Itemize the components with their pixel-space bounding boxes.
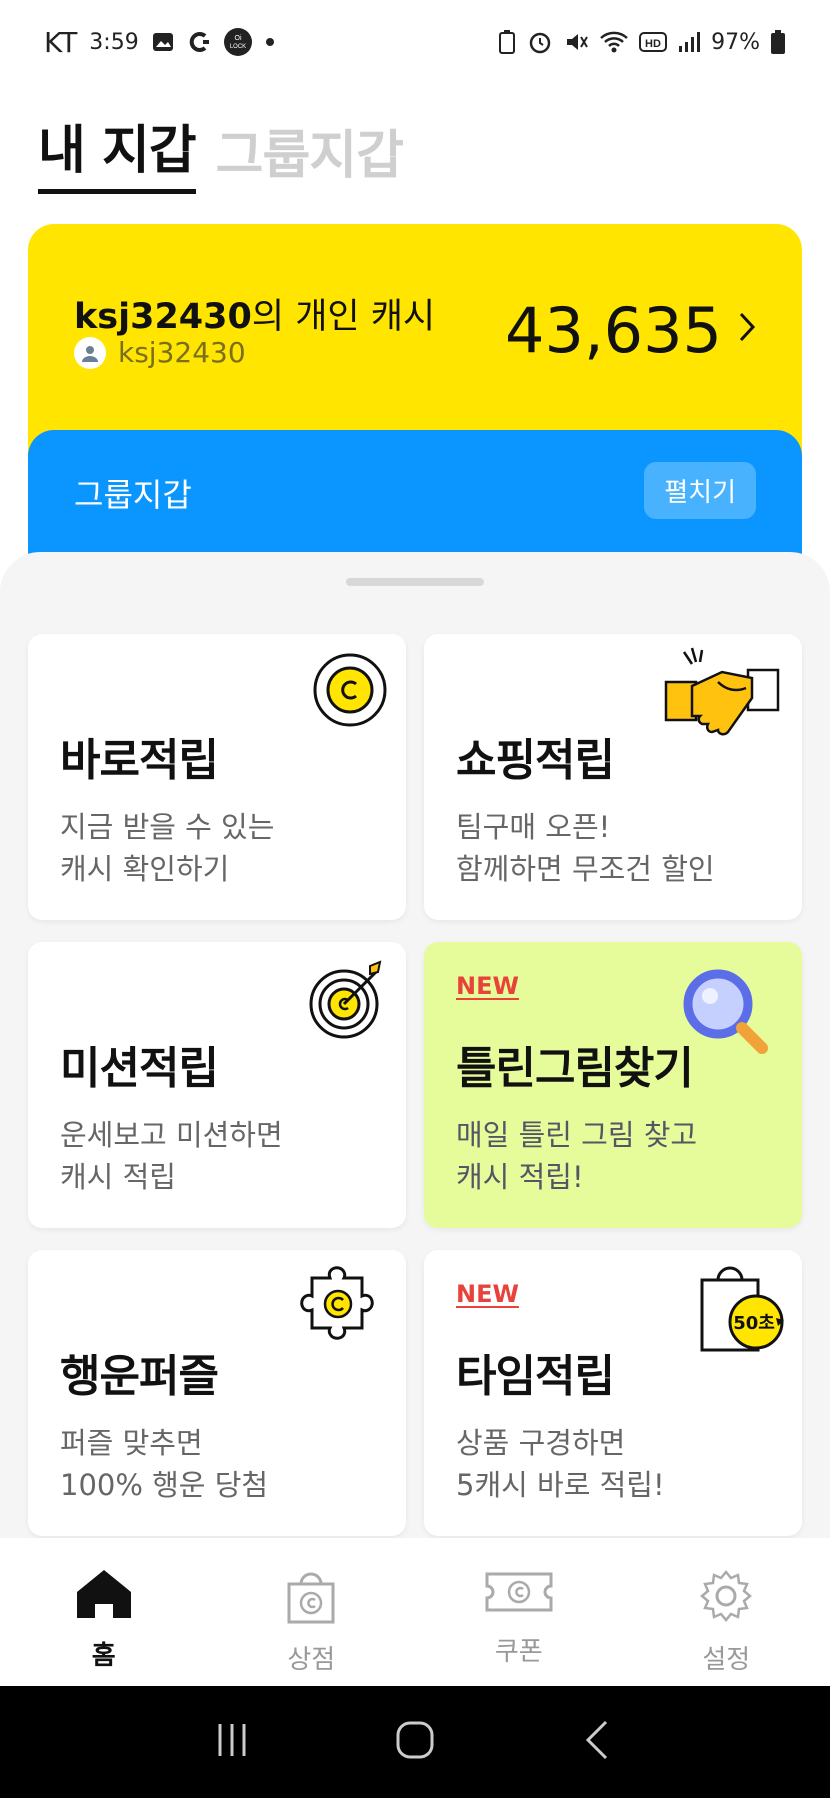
svg-text:HD: HD <box>645 38 661 50</box>
dot-icon <box>265 37 275 47</box>
nav-coupon[interactable]: 쿠폰 <box>415 1538 623 1686</box>
tile-desc-line: 함께하면 무조건 할인 <box>456 852 715 886</box>
tile-desc: 상품 구경하면 5캐시 바로 적립! <box>456 1422 665 1506</box>
lock-badge-icon: Oi LOCK <box>223 27 253 57</box>
new-badge: NEW <box>456 1280 519 1308</box>
tile-desc-line: 5캐시 바로 적립! <box>456 1468 665 1502</box>
tile-desc: 운세보고 미션하면 캐시 적립 <box>60 1114 283 1198</box>
tile-desc-line: 운세보고 미션하면 <box>60 1118 283 1152</box>
chevron-right-icon <box>738 308 758 354</box>
tile-title: 타임적립 <box>456 1351 615 1402</box>
cash-username: ksj32430 <box>118 336 246 369</box>
shopping-bag-icon: 50초 <box>696 1262 788 1358</box>
recent-apps-icon[interactable] <box>212 1720 252 1764</box>
tile-desc-line: 캐시 적립 <box>60 1160 176 1194</box>
tile-desc-line: 캐시 확인하기 <box>60 852 230 886</box>
cash-card-title: ksj32430의 개인 캐시 <box>74 288 435 339</box>
bottom-nav: 홈 상점 쿠폰 설정 <box>0 1538 830 1686</box>
app-notification-icon <box>187 30 211 54</box>
cash-title-suffix: 의 개인 캐시 <box>251 297 436 337</box>
store-bag-icon <box>285 1568 337 1631</box>
group-wallet-title: 그룹지갑 <box>74 476 192 514</box>
tile-title: 행운퍼즐 <box>60 1351 219 1402</box>
home-button-icon[interactable] <box>395 1720 435 1764</box>
cash-amount: 43,635 <box>505 294 722 367</box>
tile-desc-line: 매일 틀린 그림 찾고 <box>456 1118 698 1152</box>
tile-desc: 퍼즐 맞추면 100% 행운 당첨 <box>60 1422 268 1506</box>
puzzle-icon <box>298 1264 388 1348</box>
back-icon[interactable] <box>578 1720 618 1764</box>
expand-button[interactable]: 펼치기 <box>644 462 756 519</box>
hd-voice-icon: HD <box>639 31 668 53</box>
magnifier-icon <box>682 968 772 1064</box>
tile-title: 바로적립 <box>60 735 219 786</box>
tile-desc: 팀구매 오픈! 함께하면 무조건 할인 <box>456 806 715 890</box>
cash-amount-link[interactable]: 43,635 <box>505 294 758 367</box>
gallery-icon <box>151 30 175 54</box>
cash-owner: ksj32430 <box>74 297 252 337</box>
svg-text:LOCK: LOCK <box>230 44 246 50</box>
status-left: KT 3:59 Oi LOCK <box>44 26 275 59</box>
wifi-icon <box>599 29 629 55</box>
tile-title: 쇼핑적립 <box>456 735 615 786</box>
clock: 3:59 <box>89 29 139 55</box>
tile-desc-line: 상품 구경하면 <box>456 1426 626 1460</box>
alarm-icon <box>527 29 553 55</box>
wallet-tabs: 내 지갑 그룹지갑 <box>38 108 404 194</box>
coupon-icon <box>484 1568 554 1623</box>
nav-store-label: 상점 <box>287 1645 336 1675</box>
tile-desc-line: 팀구매 오픈! <box>456 810 611 844</box>
carrier-label: KT <box>44 25 78 59</box>
tile-spot-difference[interactable]: NEW 틀린그림찾기 매일 틀린 그림 찾고 캐시 적립! <box>424 942 802 1228</box>
tile-lucky-puzzle[interactable]: 행운퍼즐 퍼즐 맞추면 100% 행운 당첨 <box>28 1250 406 1536</box>
tab-group-wallet[interactable]: 그룹지갑 <box>216 113 404 194</box>
tile-title: 미션적립 <box>60 1043 219 1094</box>
gear-icon <box>698 1568 754 1631</box>
avatar-icon <box>74 336 106 369</box>
tile-desc-line: 퍼즐 맞추면 <box>60 1426 203 1460</box>
sheet-grabber[interactable] <box>346 578 484 586</box>
cash-user-row: ksj32430 <box>74 336 246 369</box>
tab-my-wallet[interactable]: 내 지갑 <box>38 108 197 194</box>
nav-settings[interactable]: 설정 <box>623 1538 830 1686</box>
tile-shopping-reward[interactable]: 쇼핑적립 팀구매 오픈! 함께하면 무조건 할인 <box>424 634 802 920</box>
tile-desc: 매일 틀린 그림 찾고 캐시 적립! <box>456 1114 697 1198</box>
status-right: HD 97% <box>497 29 786 55</box>
nav-settings-label: 설정 <box>702 1645 751 1675</box>
coin-icon <box>312 652 388 732</box>
mute-icon <box>563 29 589 55</box>
new-badge: NEW <box>456 972 519 1000</box>
system-nav-bar <box>0 1686 830 1798</box>
tile-desc-line: 지금 받을 수 있는 <box>60 810 275 844</box>
nav-coupon-label: 쿠폰 <box>494 1637 543 1667</box>
battery-icon <box>770 29 786 55</box>
tile-mission-reward[interactable]: 미션적립 운세보고 미션하면 캐시 적립 <box>28 942 406 1228</box>
nav-home[interactable]: 홈 <box>0 1538 208 1686</box>
nav-home-label: 홈 <box>91 1641 116 1671</box>
timer-label: 50초 <box>733 1313 775 1334</box>
tile-title: 틀린그림찾기 <box>456 1043 694 1094</box>
menu-sheet: 바로적립 지금 받을 수 있는 캐시 확인하기 쇼핑적립 팀구매 오픈! 함께하… <box>0 552 830 1552</box>
status-bar: KT 3:59 Oi LOCK HD 97% <box>0 0 830 84</box>
tile-time-reward[interactable]: NEW 50초 타임적립 상품 구경하면 5캐시 바로 적립! <box>424 1250 802 1536</box>
signal-icon <box>677 30 701 54</box>
target-icon <box>308 960 388 1044</box>
tile-desc-line: 캐시 적립! <box>456 1160 584 1194</box>
tile-desc: 지금 받을 수 있는 캐시 확인하기 <box>60 806 274 890</box>
tile-desc-line: 100% 행운 당첨 <box>60 1468 269 1502</box>
nav-store[interactable]: 상점 <box>208 1538 416 1686</box>
tile-instant-reward[interactable]: 바로적립 지금 받을 수 있는 캐시 확인하기 <box>28 634 406 920</box>
home-icon <box>75 1568 133 1627</box>
svg-text:Oi: Oi <box>234 35 241 42</box>
battery-saver-icon <box>497 29 517 55</box>
battery-percent: 97% <box>711 29 760 55</box>
handshake-icon <box>662 644 782 748</box>
